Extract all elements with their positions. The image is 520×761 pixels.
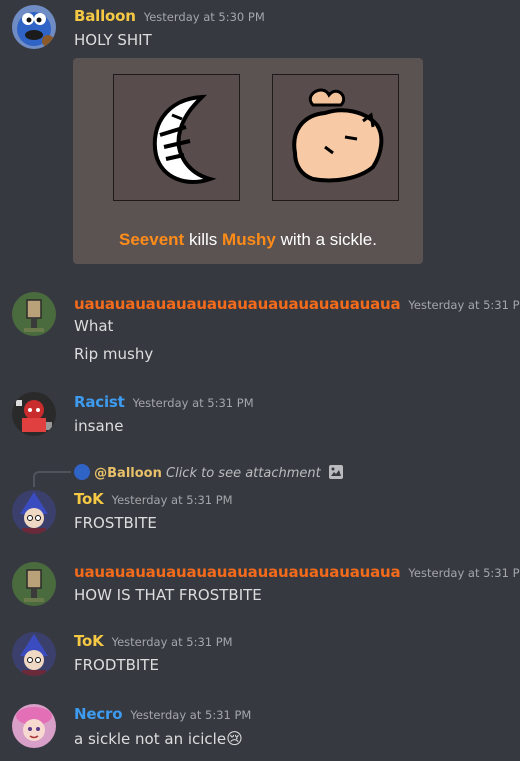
username[interactable]: uauauauauauauauauauauauauauauaua Yesterda… [74,295,520,313]
victim-portrait [272,74,399,201]
username[interactable]: ToK Yesterday at 5:31 PM [74,490,233,508]
username[interactable]: Balloon Yesterday at 5:30 PM [74,7,265,25]
reply-reference[interactable]: @Balloon Click to see attachment [74,464,344,484]
avatar[interactable] [12,292,56,336]
username[interactable]: ToK Yesterday at 5:31 PM [74,632,233,650]
username[interactable]: uauauauauauauauauauauauauauauaua Yesterda… [74,563,520,581]
killer-name: Seevent [119,230,185,249]
timestamp: Yesterday at 5:31 PM [111,493,233,507]
killfeed-caption: Seevent kills Mushy with a sickle. [73,230,423,250]
avatar[interactable] [12,392,56,436]
reply-connector [33,471,71,487]
avatar[interactable] [12,490,56,534]
reply-avatar [74,464,90,480]
reply-mention[interactable]: @Balloon [94,466,162,481]
timestamp: Yesterday at 5:31 PM [408,566,520,580]
timestamp: Yesterday at 5:31 PM [130,708,252,722]
avatar[interactable] [12,5,56,49]
message-text: HOLY SHIT [74,31,152,49]
image-icon [328,464,344,484]
username[interactable]: Necro Yesterday at 5:31 PM [74,705,251,723]
timestamp: Yesterday at 5:31 PM [111,635,233,649]
message-text: What [74,317,114,335]
message-text: insane [74,417,124,435]
message-text: HOW IS THAT FROSTBITE [74,586,262,604]
kill-suffix: with a sickle. [280,230,377,249]
crying-emoji-icon: 😢 [226,729,243,748]
username[interactable]: Racist Yesterday at 5:31 PM [74,393,254,411]
avatar[interactable] [12,704,56,748]
timestamp: Yesterday at 5:31 PM [408,298,520,312]
message-text: a sickle not an icicle😢 [74,729,243,748]
reply-hint[interactable]: Click to see attachment [166,466,321,481]
message-text: FRODTBITE [74,656,159,674]
message-text: FROSTBITE [74,514,157,532]
avatar[interactable] [12,562,56,606]
timestamp: Yesterday at 5:30 PM [143,10,265,24]
image-attachment[interactable]: Seevent kills Mushy with a sickle. [73,58,423,264]
victim-name: Mushy [222,230,276,249]
avatar[interactable] [12,632,56,676]
timestamp: Yesterday at 5:31 PM [132,396,254,410]
killer-portrait [113,74,240,201]
kill-verb: kills [188,230,218,249]
message-text: Rip mushy [74,345,154,363]
